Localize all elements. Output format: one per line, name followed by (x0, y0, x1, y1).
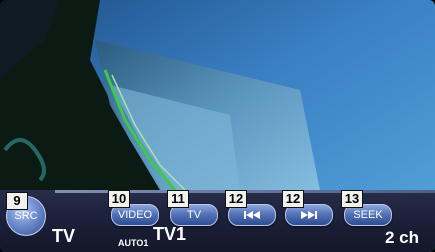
band-label: TV1 (153, 224, 187, 244)
seek-button-label: SEEK (353, 209, 383, 221)
src-button-label: SRC (14, 210, 38, 222)
callout-13: 13 (341, 190, 363, 208)
video-button-label: VIDEO (117, 209, 153, 221)
tv-button-label: TV (186, 209, 202, 221)
mode-label: AUTO1 (118, 238, 149, 248)
tv-source-screen: 9 SRC 10 VIDEO 11 TV 12 12 13 SEEK TV AU… (0, 0, 435, 252)
callout-12b: 12 (282, 190, 304, 208)
next-icon (301, 211, 317, 219)
callout-10: 10 (108, 190, 130, 208)
callout-9: 9 (6, 192, 28, 210)
previous-icon (244, 211, 260, 219)
source-label: TV (52, 226, 76, 246)
callout-12a: 12 (225, 190, 247, 208)
channel-label: 2 ch (385, 228, 420, 247)
callout-11: 11 (167, 190, 189, 208)
